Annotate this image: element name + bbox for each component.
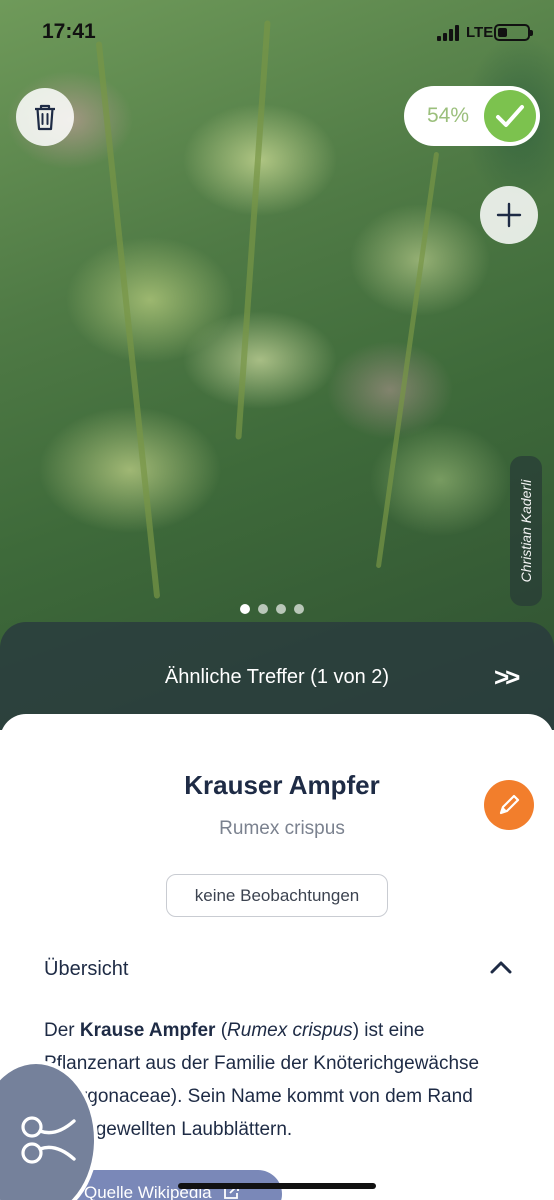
status-time: 17:41 (42, 20, 96, 43)
double-chevron-right-icon[interactable]: >> (494, 662, 520, 693)
confirm-button[interactable] (484, 90, 536, 142)
confidence-toggle[interactable]: 54% (404, 86, 540, 146)
edit-button[interactable] (484, 780, 534, 830)
plus-icon (496, 202, 522, 228)
page-dot[interactable] (294, 604, 304, 614)
similar-hits-label: Ähnliche Treffer (1 von 2) (164, 666, 390, 688)
photo-pagination[interactable] (240, 604, 304, 614)
overview-heading[interactable]: Übersicht (44, 958, 128, 981)
battery-icon (494, 24, 533, 41)
page-dot[interactable] (276, 604, 286, 614)
page-dot[interactable] (240, 604, 250, 614)
species-name: Krauser Ampfer (184, 770, 380, 800)
species-latin-italic: Rumex crispus (227, 1020, 353, 1041)
scissors-icon (21, 1116, 76, 1164)
photo-stem (235, 20, 271, 440)
species-latin-name: Rumex crispus (219, 818, 345, 839)
confidence-value: 54% (427, 104, 470, 127)
pencil-icon (499, 794, 520, 815)
signal-icon (437, 25, 463, 41)
overview-text: Der Krause Ampfer (Rumex crispus) ist ei… (44, 1020, 480, 1140)
species-name-bold: Krause Ampfer (79, 1020, 216, 1041)
status-bar: 17:41 LTE (0, 0, 554, 66)
chevron-up-icon[interactable] (490, 960, 512, 974)
photo-credit-text: Christian Kaderli (518, 479, 534, 583)
page-dot[interactable] (258, 604, 268, 614)
photo-stem (375, 151, 440, 569)
network-label: LTE (466, 24, 494, 41)
checkmark-icon (496, 105, 524, 127)
delete-button[interactable] (16, 88, 74, 146)
add-photo-button[interactable] (480, 186, 538, 244)
observations-button[interactable]: keine Beobachtungen (166, 874, 388, 917)
home-indicator[interactable] (178, 1183, 376, 1189)
trash-icon (35, 104, 55, 131)
photo-stem (95, 41, 161, 599)
photo-credit: Christian Kaderli (510, 456, 542, 606)
